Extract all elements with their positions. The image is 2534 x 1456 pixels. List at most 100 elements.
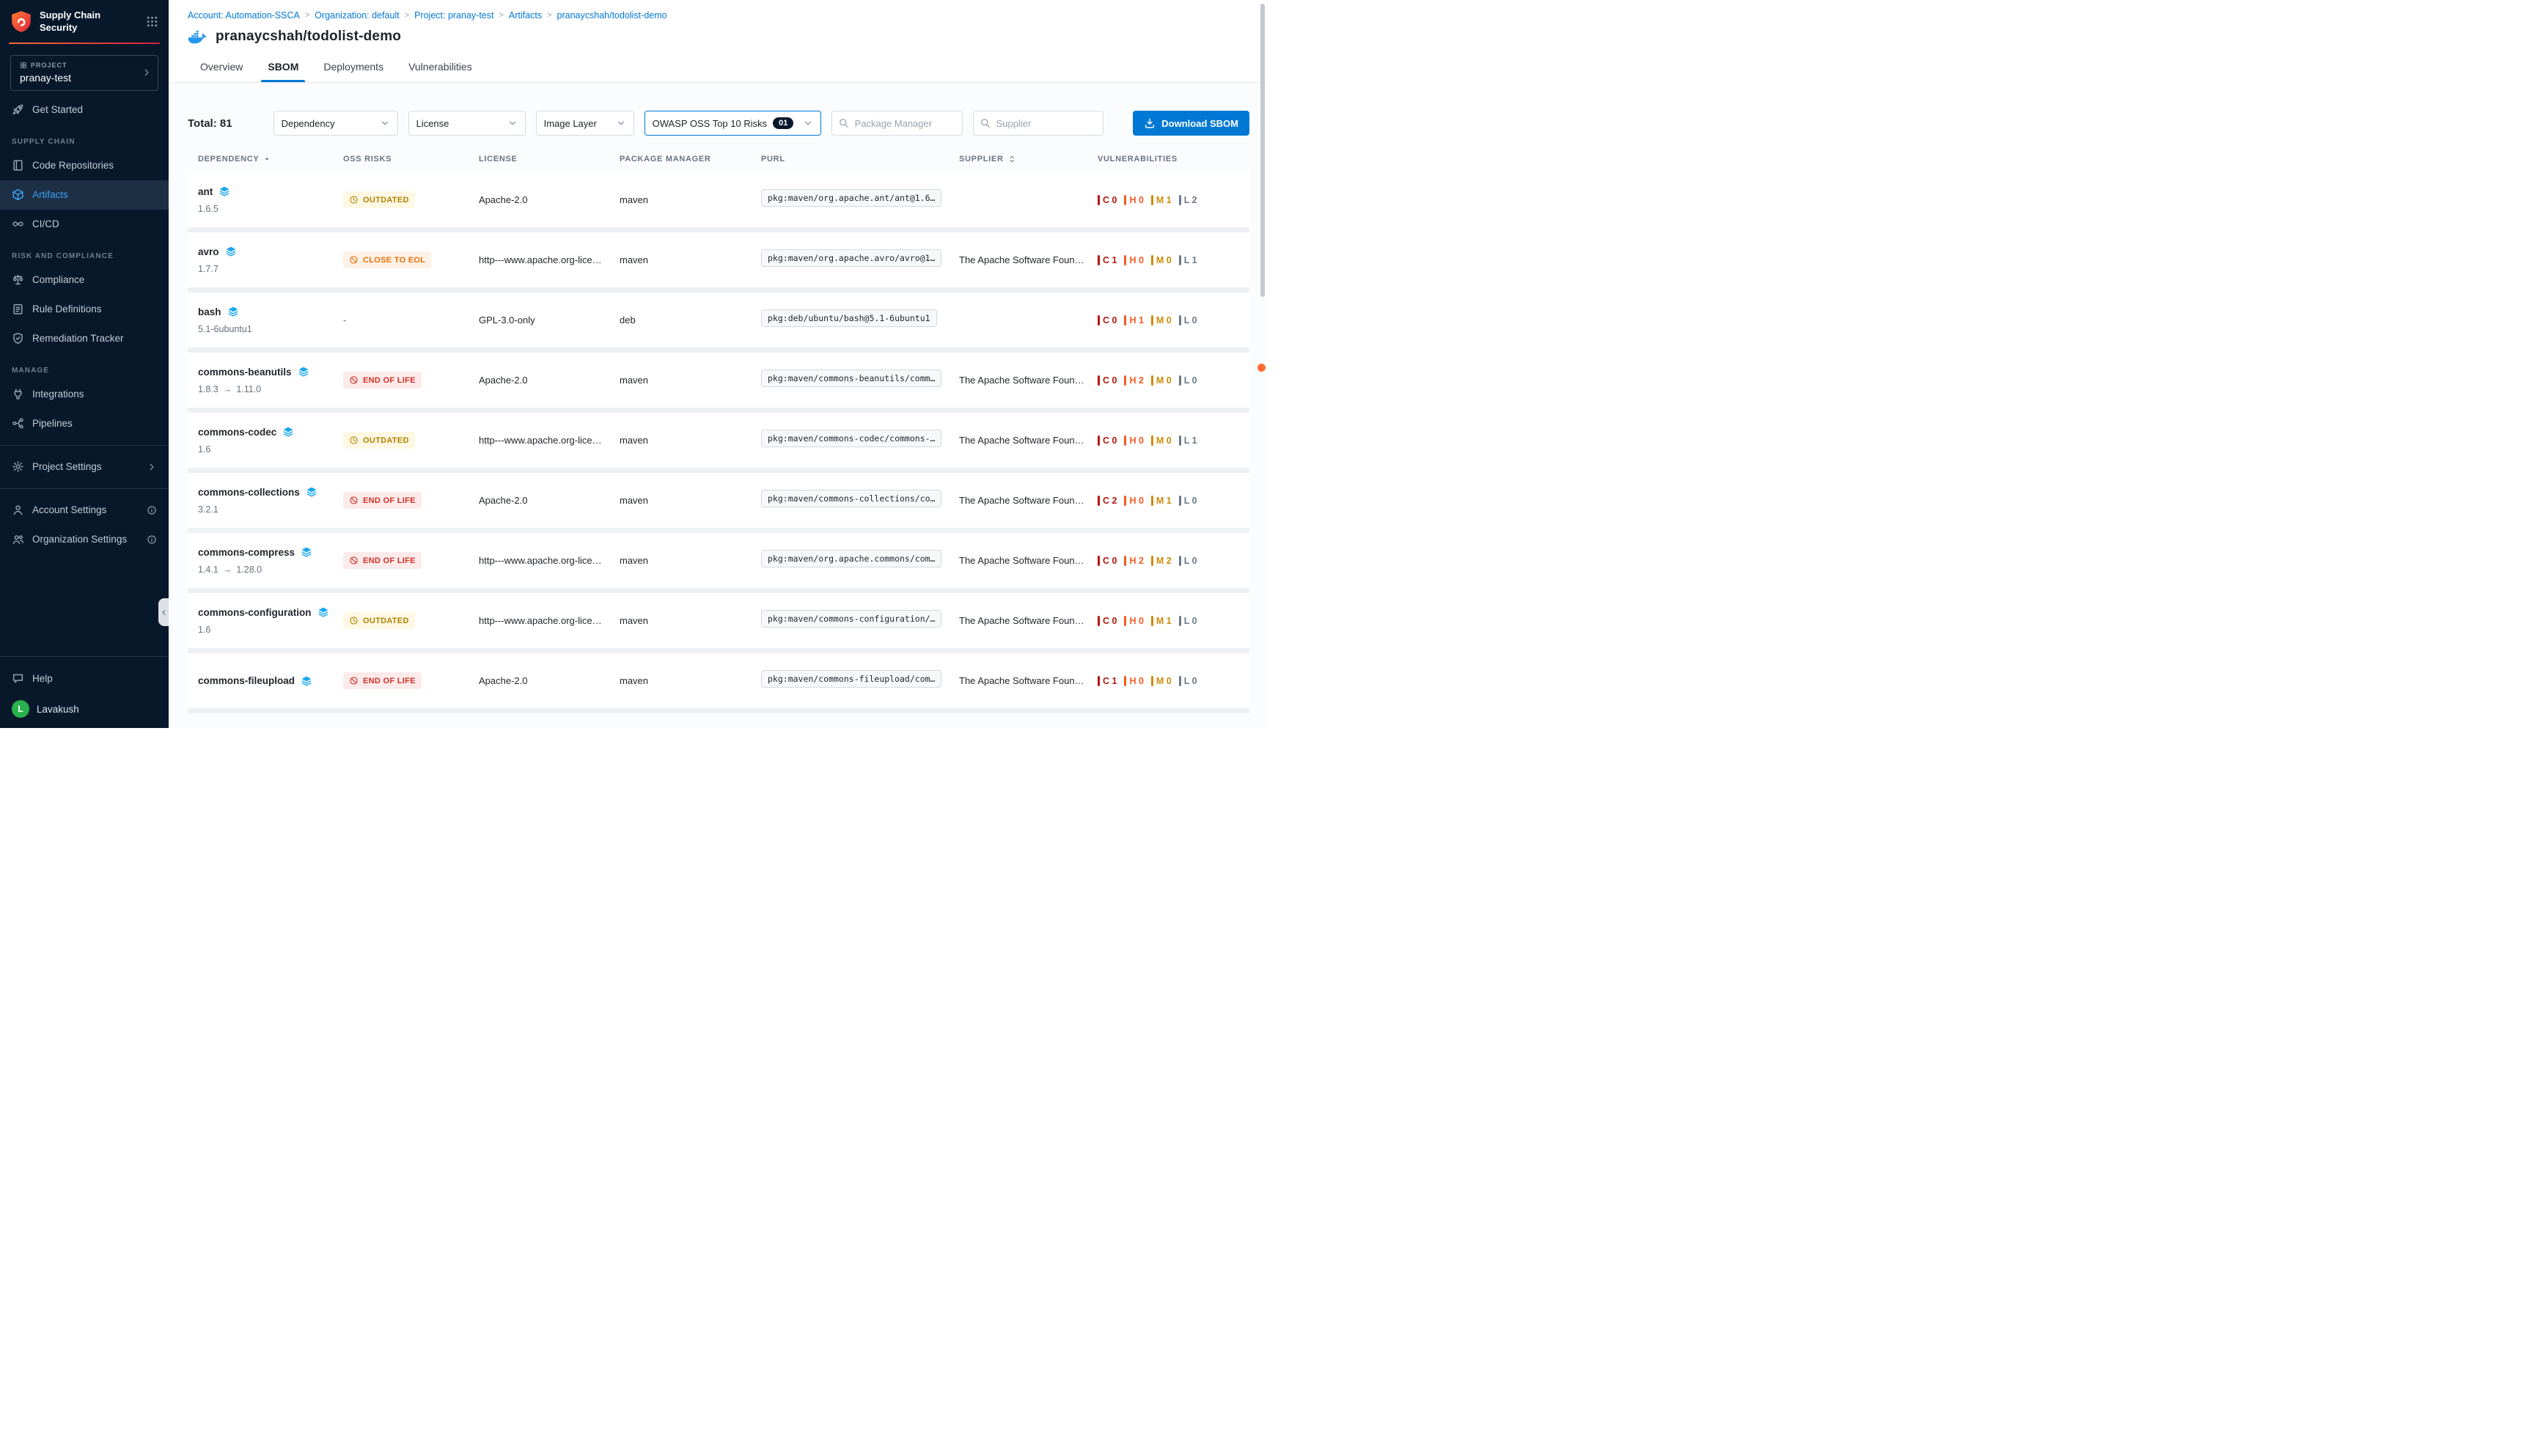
sidebar-item-compliance[interactable]: Compliance bbox=[0, 265, 169, 295]
purl-value[interactable]: pkg:maven/commons-collections/co… bbox=[761, 490, 941, 507]
vertical-scrollbar[interactable] bbox=[1260, 4, 1265, 297]
severity-bar-high bbox=[1124, 315, 1126, 326]
purl-value[interactable]: pkg:deb/ubuntu/bash@5.1-6ubuntu1 bbox=[761, 309, 937, 327]
table-row[interactable]: commons-fileuploadEND OF LIFEApache-2.0m… bbox=[188, 653, 1249, 713]
severity-bar-high bbox=[1124, 556, 1126, 566]
vuln-count-high: H 0 bbox=[1124, 496, 1143, 506]
severity-bar-low bbox=[1179, 616, 1181, 626]
vuln-count-high: H 2 bbox=[1124, 375, 1143, 386]
sidebar-collapse-handle[interactable] bbox=[158, 598, 169, 626]
sidebar-item-organization-settings[interactable]: Organization Settings bbox=[0, 525, 169, 554]
filter-image-layer[interactable]: Image Layer bbox=[536, 111, 634, 136]
project-selector[interactable]: PROJECT pranay-test bbox=[10, 55, 158, 91]
filter-owasp-oss-top-10-risks[interactable]: OWASP OSS Top 10 Risks01 bbox=[644, 111, 821, 136]
search-package-manager-input[interactable] bbox=[831, 111, 963, 136]
purl-value[interactable]: pkg:maven/commons-codec/commons-… bbox=[761, 430, 941, 447]
table-row[interactable]: bash5.1-6ubuntu1-GPL-3.0-onlydebpkg:deb/… bbox=[188, 293, 1249, 353]
chevron-left-icon bbox=[160, 608, 168, 617]
sidebar-item-get-started[interactable]: Get Started bbox=[0, 95, 169, 125]
vuln-count-text: H 1 bbox=[1129, 315, 1143, 326]
tab-vulnerabilities[interactable]: Vulnerabilities bbox=[396, 53, 485, 82]
table-row[interactable]: avro1.7.7CLOSE TO EOLhttp---www.apache.o… bbox=[188, 232, 1249, 293]
purl-value[interactable]: pkg:maven/commons-fileupload/com… bbox=[761, 670, 941, 688]
purl-value[interactable]: pkg:maven/commons-beanutils/comm… bbox=[761, 369, 941, 387]
table-row[interactable]: commons-configuration1.6OUTDATEDhttp---w… bbox=[188, 593, 1249, 653]
severity-bar-medium bbox=[1151, 496, 1153, 506]
floating-widget-dot[interactable] bbox=[1257, 364, 1266, 372]
table-row[interactable]: commons-codec1.6OUTDATEDhttp---www.apach… bbox=[188, 413, 1249, 473]
dependency-name: commons-compress bbox=[198, 546, 343, 558]
download-sbom-button[interactable]: Download SBOM bbox=[1133, 111, 1249, 136]
sidebar-item-artifacts[interactable]: Artifacts bbox=[0, 180, 169, 210]
app-title: Supply Chain Security bbox=[40, 10, 139, 34]
dependency-name-text: commons-beanutils bbox=[198, 367, 292, 378]
tab-sbom[interactable]: SBOM bbox=[255, 53, 311, 82]
purl-value[interactable]: pkg:maven/commons-configuration/… bbox=[761, 610, 941, 628]
oss-risk-badge-end-of-life: END OF LIFE bbox=[343, 492, 422, 509]
sidebar-item-ci-cd[interactable]: CI/CD bbox=[0, 210, 169, 239]
layers-icon bbox=[306, 486, 317, 498]
user-menu[interactable]: L Lavakush bbox=[0, 693, 169, 728]
sidebar-item-account-settings[interactable]: Account Settings bbox=[0, 496, 169, 525]
table-row[interactable]: commons-collections3.2.1END OF LIFE Apach… bbox=[188, 473, 1249, 533]
cell-dependency: commons-collections3.2.1 bbox=[198, 486, 343, 515]
tab-bar: OverviewSBOMDeploymentsVulnerabilities bbox=[169, 53, 1267, 82]
vuln-count-medium: M 0 bbox=[1151, 676, 1172, 686]
ban-icon bbox=[349, 676, 359, 685]
project-label: PROJECT bbox=[20, 62, 139, 69]
sidebar-item-project-settings[interactable]: Project Settings bbox=[0, 452, 169, 482]
breadcrumb-link-4[interactable]: Artifacts bbox=[509, 10, 542, 21]
severity-bar-high bbox=[1124, 435, 1126, 446]
column-header-supplier[interactable]: SUPPLIER bbox=[959, 155, 1098, 163]
table-row[interactable]: commons-compress1.4.1→1.28.0END OF LIFEh… bbox=[188, 533, 1249, 593]
breadcrumb-link-2[interactable]: Organization: default bbox=[315, 10, 399, 21]
table-row[interactable]: commons-beanutils1.8.3→1.11.0END OF LIFE… bbox=[188, 353, 1249, 413]
vuln-count-medium: M 1 bbox=[1151, 195, 1172, 205]
sidebar-item-code-repositories[interactable]: Code Repositories bbox=[0, 151, 169, 180]
severity-bar-medium bbox=[1151, 556, 1153, 566]
cell-supplier: The Apache Software Foun… bbox=[959, 555, 1098, 566]
chevron-right-icon bbox=[142, 67, 152, 78]
vuln-count-text: C 0 bbox=[1103, 195, 1117, 205]
purl-value[interactable]: pkg:maven/org.apache.ant/ant@1.6… bbox=[761, 189, 941, 207]
tab-overview[interactable]: Overview bbox=[188, 53, 255, 82]
table-row[interactable]: ant1.6.5OUTDATEDApache-2.0mavenpkg:maven… bbox=[188, 172, 1249, 232]
column-header-label: VULNERABILITIES bbox=[1098, 155, 1178, 163]
severity-bar-critical bbox=[1098, 255, 1100, 265]
purl-value[interactable]: pkg:maven/org.apache.commons/com… bbox=[761, 550, 941, 567]
vuln-count-low: L 0 bbox=[1179, 616, 1197, 626]
sidebar-item-rule-definitions[interactable]: Rule Definitions bbox=[0, 295, 169, 324]
cell-supplier: The Apache Software Foun… bbox=[959, 375, 1098, 386]
cell-dependency: commons-beanutils1.8.3→1.11.0 bbox=[198, 366, 343, 394]
breadcrumb-separator-icon: > bbox=[547, 11, 551, 20]
search-supplier-input[interactable] bbox=[973, 111, 1103, 136]
remediation-tracker-icon bbox=[12, 332, 24, 345]
cell-oss-risks: END OF LIFE bbox=[343, 672, 479, 689]
dependency-version: 1.4.1→1.28.0 bbox=[198, 565, 343, 575]
sidebar-item-remediation-tracker[interactable]: Remediation Tracker bbox=[0, 324, 169, 353]
sidebar-item-integrations[interactable]: Integrations bbox=[0, 380, 169, 409]
gear-icon bbox=[12, 460, 24, 473]
cell-oss-risks: END OF LIFE bbox=[343, 492, 479, 509]
cell-package-manager: maven bbox=[620, 615, 761, 626]
filter-dependency[interactable]: Dependency bbox=[273, 111, 398, 136]
vuln-count-high: H 0 bbox=[1124, 435, 1143, 446]
sidebar-item-pipelines[interactable]: Pipelines bbox=[0, 409, 169, 438]
filter-license[interactable]: License bbox=[408, 111, 526, 136]
severity-bar-low bbox=[1179, 255, 1181, 265]
tab-deployments[interactable]: Deployments bbox=[311, 53, 396, 82]
cell-license: GPL-3.0-only bbox=[479, 315, 620, 326]
breadcrumb-link-1[interactable]: Account: Automation-SSCA bbox=[188, 10, 300, 21]
column-header-dependency[interactable]: DEPENDENCY bbox=[198, 155, 343, 163]
sidebar-item-help[interactable]: Help bbox=[0, 663, 169, 693]
module-switcher-icon[interactable] bbox=[146, 15, 158, 28]
vuln-count-text: L 0 bbox=[1184, 616, 1197, 626]
dependency-version: 1.6.5 bbox=[198, 204, 343, 214]
compliance-icon bbox=[12, 273, 24, 286]
breadcrumb-link-3[interactable]: Project: pranay-test bbox=[414, 10, 493, 21]
cell-license: Apache-2.0 bbox=[479, 495, 620, 506]
vuln-count-text: M 1 bbox=[1156, 496, 1172, 506]
cell-supplier: The Apache Software Foun… bbox=[959, 615, 1098, 626]
purl-value[interactable]: pkg:maven/org.apache.avro/avro@1… bbox=[761, 249, 941, 267]
breadcrumb-link-5[interactable]: pranaycshah/todolist-demo bbox=[557, 10, 667, 21]
